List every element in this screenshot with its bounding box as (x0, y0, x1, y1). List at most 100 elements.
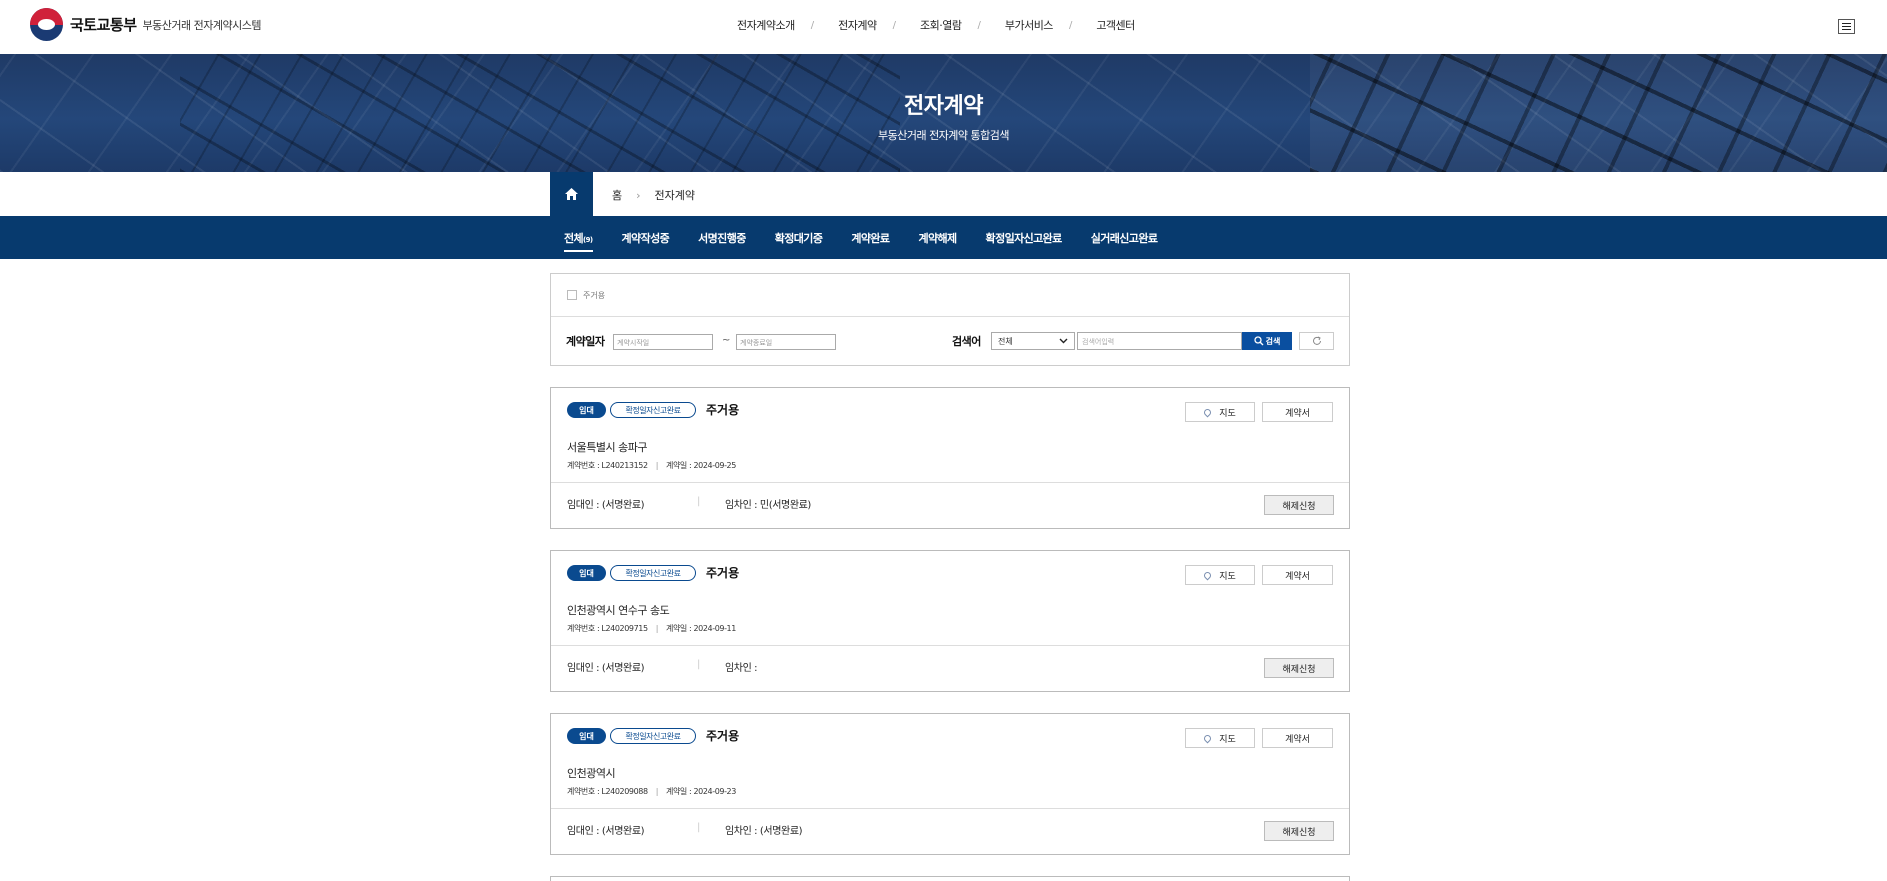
breadcrumb: 홈 › 전자계약 (0, 172, 1887, 216)
contract-category: 주거용 (706, 566, 740, 580)
meta-separator: | (655, 787, 659, 796)
breadcrumb-home[interactable]: 홈 (612, 187, 622, 203)
hero-title: 전자계약 (904, 94, 983, 119)
map-pin-icon (1202, 570, 1213, 580)
nav-separator: / (1068, 19, 1073, 31)
contract-date: 계약일 : 2024-09-11 (665, 624, 736, 633)
nav-item-lookup[interactable]: 조회·열람 (920, 17, 962, 33)
tab-transaction-reported[interactable]: 실거래신고완료 (1091, 230, 1158, 252)
cancel-request-button[interactable]: 해제신청 (1264, 821, 1334, 841)
property-address: 인천광역시 연수구 송도 (567, 604, 670, 617)
residential-checkbox-label: 주거용 (583, 290, 606, 300)
chevron-down-icon (1059, 338, 1068, 344)
contract-category: 주거용 (706, 729, 740, 743)
end-date-input[interactable]: 계약종료일 (736, 334, 836, 350)
status-badge: 확정일자신고완료 (610, 402, 696, 418)
contract-card: 임대 확정일자신고완료 주거용 지도 계약서 인천광역시 계약번호 : L240… (550, 713, 1350, 855)
contract-doc-button[interactable]: 계약서 (1262, 402, 1333, 422)
keyword-input[interactable]: 검색어입력 (1077, 332, 1242, 350)
meta-separator: | (655, 624, 659, 633)
lessee-info: 임차인 : (서명완료) (725, 826, 803, 837)
nav-separator: / (810, 19, 815, 31)
hero-banner: 전자계약 부동산거래 전자계약 통합검색 (0, 54, 1887, 172)
contract-card: 임대 확정일자신고완료 주거용 지도 계약서 서울특별시 송파구 계약번호 : … (550, 387, 1350, 529)
keyword-label: 검색어 (952, 335, 981, 348)
tab-completed[interactable]: 계약완료 (851, 230, 890, 252)
nav-separator: / (977, 19, 981, 31)
breadcrumb-current: 전자계약 (654, 189, 696, 202)
map-pin-icon (1202, 733, 1213, 743)
contract-meta: 계약번호 : L240209715 | 계약일 : 2024-09-11 (567, 623, 736, 634)
contract-date: 계약일 : 2024-09-23 (665, 787, 736, 796)
lessor-info: 임대인 : (서명완료) (567, 826, 645, 837)
search-button[interactable]: 검색 (1242, 332, 1292, 350)
status-tabs: 전체(9) 계약작성중 서명진행중 확정대기중 계약완료 계약해제 확정일자신고… (0, 216, 1887, 259)
tab-drafting[interactable]: 계약작성중 (622, 230, 670, 252)
party-separator: | (697, 496, 701, 507)
tab-signing[interactable]: 서명진행중 (698, 230, 746, 252)
nav-item-extra-services[interactable]: 부가서비스 (1005, 17, 1054, 33)
lease-type-badge: 임대 (567, 402, 606, 418)
contract-date: 계약일 : 2024-09-25 (665, 461, 736, 470)
chevron-right-icon: › (636, 188, 641, 202)
start-date-input[interactable]: 계약시작일 (613, 334, 713, 350)
taegeuk-logo-icon (30, 8, 63, 41)
site-header: 국토교통부 부동산거래 전자계약시스템 전자계약소개 / 전자계약 / 조회·열… (0, 0, 1887, 54)
party-separator: | (697, 822, 701, 833)
date-range-tilde: ~ (722, 335, 730, 346)
tab-pending-confirm[interactable]: 확정대기중 (775, 230, 823, 252)
lessee-info: 임차인 : (725, 663, 758, 674)
contract-number: 계약번호 : L240209088 (567, 787, 648, 796)
party-separator: | (697, 659, 701, 670)
date-label: 계약일자 (566, 335, 605, 348)
tab-fixed-date-reported[interactable]: 확정일자신고완료 (986, 230, 1063, 252)
lease-type-badge: 임대 (567, 728, 606, 744)
property-address: 서울특별시 송파구 (567, 441, 647, 454)
search-scope-select[interactable]: 전체 (991, 332, 1075, 350)
logo-system-name: 부동산거래 전자계약시스템 (142, 18, 262, 32)
contract-doc-button[interactable]: 계약서 (1262, 728, 1333, 748)
cancel-request-button[interactable]: 해제신청 (1264, 658, 1334, 678)
refresh-icon[interactable] (1299, 332, 1334, 350)
hamburger-menu-icon[interactable] (1838, 19, 1855, 34)
home-icon[interactable] (550, 172, 593, 216)
tab-all-label: 전체 (564, 232, 584, 245)
meta-separator: | (655, 461, 659, 470)
search-button-label: 검색 (1265, 336, 1281, 346)
contract-meta: 계약번호 : L240213152 | 계약일 : 2024-09-25 (567, 460, 736, 471)
search-icon (1253, 336, 1264, 346)
status-badge: 확정일자신고완료 (610, 565, 696, 581)
contract-doc-button[interactable]: 계약서 (1262, 565, 1333, 585)
map-button-label: 지도 (1219, 734, 1236, 745)
site-logo[interactable]: 국토교통부 부동산거래 전자계약시스템 (30, 8, 261, 41)
residential-checkbox[interactable] (567, 290, 577, 300)
search-panel: 주거용 (550, 273, 1350, 366)
global-nav: 전자계약소개 / 전자계약 / 조회·열람 / 부가서비스 / 고객센터 (737, 17, 1135, 33)
hero-subtitle: 부동산거래 전자계약 통합검색 (877, 129, 1010, 142)
tab-cancelled[interactable]: 계약해제 (918, 230, 957, 252)
nav-item-customer-center[interactable]: 고객센터 (1096, 17, 1135, 33)
map-button[interactable]: 지도 (1185, 565, 1255, 585)
nav-separator: / (892, 19, 896, 31)
lessor-info: 임대인 : (서명완료) (567, 663, 645, 674)
cancel-request-button[interactable]: 해제신청 (1264, 495, 1334, 515)
tab-all[interactable]: 전체(9) (564, 230, 593, 252)
map-pin-icon (1202, 407, 1213, 417)
contract-category: 주거용 (706, 403, 740, 417)
status-badge: 확정일자신고완료 (610, 728, 696, 744)
contract-card: 임대 확정일자신고완료 주거용 지도 계약서 인천광역시 연수구 송도 계약번호… (550, 550, 1350, 692)
map-button-label: 지도 (1219, 408, 1236, 419)
tab-all-count: (9) (583, 236, 593, 244)
lease-type-badge: 임대 (567, 565, 606, 581)
logo-ministry-name: 국토교통부 (70, 16, 137, 34)
property-address: 인천광역시 (567, 767, 616, 780)
map-button-label: 지도 (1219, 571, 1236, 582)
nav-item-contract[interactable]: 전자계약 (838, 17, 877, 33)
nav-item-intro[interactable]: 전자계약소개 (737, 17, 795, 33)
lessee-info: 임차인 : 민(서명완료) (725, 500, 811, 511)
contract-number: 계약번호 : L240209715 (567, 624, 648, 633)
contract-number: 계약번호 : L240213152 (567, 461, 648, 470)
map-button[interactable]: 지도 (1185, 402, 1255, 422)
contract-card-partial (550, 876, 1350, 881)
map-button[interactable]: 지도 (1185, 728, 1255, 748)
